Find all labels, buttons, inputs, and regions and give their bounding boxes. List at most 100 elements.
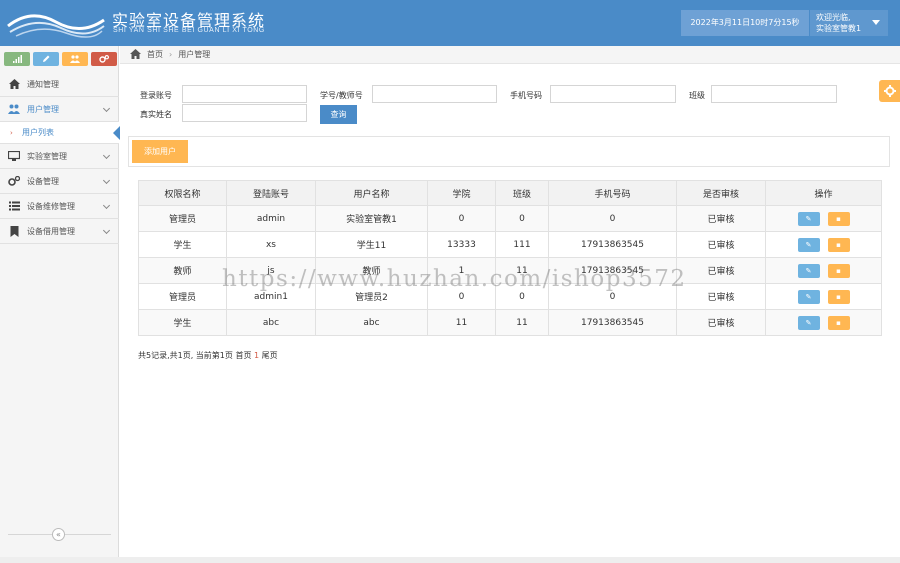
add-user-button[interactable]: 添加用户 [132, 140, 188, 163]
account-label: 登录账号 [140, 91, 172, 100]
cell-college: 13333 [427, 231, 496, 258]
cell-actions: ✎ ▪ [765, 205, 882, 232]
realname-label: 真实姓名 [140, 110, 172, 119]
shortcut-users-button[interactable] [62, 52, 88, 66]
delete-button[interactable]: ▪ [827, 315, 850, 330]
user-menu[interactable]: 欢迎光临, 实验室管教1 [810, 10, 888, 36]
sidebar-item-label: 实验室管理 [27, 151, 67, 161]
phone-input[interactable] [550, 85, 676, 103]
cell-actions: ✎ ▪ [765, 309, 882, 336]
pencil-icon [43, 55, 50, 62]
table-row: 学生 abc abc 11 11 17913863545 已审核 ✎ ▪ [138, 309, 882, 336]
logo-wave-icon [7, 14, 105, 38]
cell-phone: 0 [548, 205, 677, 232]
pagination-summary: 共5记录,共1页, 当前第1页 首页 [138, 351, 252, 360]
list-icon [8, 200, 20, 212]
sidebar-item-notice[interactable]: 通知管理 [0, 72, 119, 97]
sidebar-subitem-user-list[interactable]: › 用户列表 [0, 122, 120, 144]
chevron-down-icon [102, 151, 111, 160]
chevron-down-icon [102, 226, 111, 235]
column-header: 操作 [765, 180, 882, 206]
edit-button[interactable]: ✎ [797, 263, 820, 278]
query-button[interactable]: 查询 [320, 105, 357, 124]
page-bottom-bar [0, 557, 900, 563]
table-row: 学生 xs 学生11 13333 111 17913863545 已审核 ✎ ▪ [138, 231, 882, 258]
sidebar-item-equipment[interactable]: 设备管理 [0, 169, 119, 194]
sidebar-item-repair[interactable]: 设备维修管理 [0, 194, 119, 219]
sidebar-collapse-button[interactable]: « [52, 528, 65, 541]
shortcut-buttons [4, 52, 117, 66]
bookmark-icon [8, 225, 20, 237]
delete-button[interactable]: ▪ [827, 211, 850, 226]
cell-college: 0 [427, 283, 496, 310]
column-header: 手机号码 [548, 180, 677, 206]
shortcut-pencil-button[interactable] [33, 52, 59, 66]
edit-button[interactable]: ✎ [797, 289, 820, 304]
edit-button[interactable]: ✎ [797, 315, 820, 330]
table-row: 教师 js 教师 1 11 17913863545 已审核 ✎ ▪ [138, 257, 882, 284]
class-input[interactable] [711, 85, 837, 103]
class-label: 班级 [689, 91, 705, 100]
cell-account: abc [226, 309, 316, 336]
edit-icon: ✎ [805, 266, 812, 275]
trash-icon: ▪ [836, 318, 841, 327]
home-icon [130, 48, 141, 61]
app-header: 实验室设备管理系统 SHI YAN SHI SHE BEI GUAN LI XI… [0, 0, 900, 46]
users-icon [70, 54, 80, 63]
cell-audit-status: 已审核 [676, 205, 766, 232]
breadcrumb-home-link[interactable]: 首页 [147, 49, 163, 60]
cell-phone: 0 [548, 283, 677, 310]
angle-right-icon: › [10, 129, 13, 137]
cell-username: 实验室管教1 [315, 205, 428, 232]
pagination-current-page[interactable]: 1 [254, 351, 259, 360]
cell-audit-status: 已审核 [676, 283, 766, 310]
delete-button[interactable]: ▪ [827, 289, 850, 304]
delete-button[interactable]: ▪ [827, 237, 850, 252]
column-header: 班级 [495, 180, 549, 206]
cell-actions: ✎ ▪ [765, 231, 882, 258]
number-label: 学号/教师号 [320, 91, 363, 100]
settings-toggle-button[interactable] [879, 80, 900, 102]
cell-role: 管理员 [138, 283, 227, 310]
cell-audit-status: 已审核 [676, 231, 766, 258]
home-icon [8, 78, 20, 90]
double-angle-left-icon: « [56, 530, 61, 539]
desktop-icon [8, 150, 20, 162]
cogs-icon [8, 175, 20, 187]
edit-button[interactable]: ✎ [797, 237, 820, 252]
delete-button[interactable]: ▪ [827, 263, 850, 278]
sidebar: 通知管理 用户管理 › 用户列表 实验室管理 设备管理 设备维修管理 设备借用管… [0, 46, 120, 563]
edit-icon: ✎ [805, 240, 812, 249]
shortcut-cogs-button[interactable] [91, 52, 117, 66]
edit-button[interactable]: ✎ [797, 211, 820, 226]
cell-role: 学生 [138, 309, 227, 336]
sidebar-item-borrow[interactable]: 设备借用管理 [0, 219, 119, 244]
trash-icon: ▪ [836, 240, 841, 249]
trash-icon: ▪ [836, 214, 841, 223]
column-header: 是否审核 [676, 180, 766, 206]
cell-class: 11 [495, 309, 549, 336]
cell-phone: 17913863545 [548, 231, 677, 258]
account-input[interactable] [182, 85, 307, 103]
pagination-last-link[interactable]: 尾页 [262, 351, 278, 360]
cogs-icon [99, 54, 110, 63]
sidebar-item-lab[interactable]: 实验室管理 [0, 144, 119, 169]
cell-college: 11 [427, 309, 496, 336]
cell-account: js [226, 257, 316, 284]
sidebar-item-label: 用户管理 [27, 104, 59, 114]
number-input[interactable] [372, 85, 497, 103]
cell-phone: 17913863545 [548, 257, 677, 284]
cell-phone: 17913863545 [548, 309, 677, 336]
column-header: 学院 [427, 180, 496, 206]
cell-class: 0 [495, 205, 549, 232]
cell-username: 管理员2 [315, 283, 428, 310]
cell-class: 0 [495, 283, 549, 310]
signal-icon [12, 54, 22, 63]
user-table: 权限名称 登陆账号 用户名称 学院 班级 手机号码 是否审核 操作 管理员 ad… [138, 180, 882, 336]
sidebar-item-users[interactable]: 用户管理 [0, 97, 119, 122]
breadcrumb-current: 用户管理 [178, 50, 211, 59]
cell-college: 0 [427, 205, 496, 232]
realname-input[interactable] [182, 104, 307, 122]
shortcut-signal-button[interactable] [4, 52, 30, 66]
cell-username: 学生11 [315, 231, 428, 258]
